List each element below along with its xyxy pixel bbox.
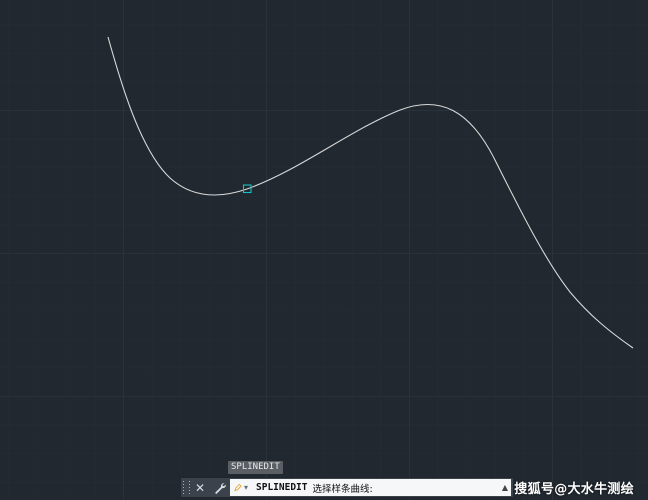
chevron-down-icon: ▾	[243, 483, 248, 492]
watermark: 搜狐号@大水牛测绘	[514, 482, 634, 497]
chevron-up-icon[interactable]: ▲	[499, 483, 511, 492]
customize-button[interactable]	[210, 478, 230, 497]
drawing-svg[interactable]	[0, 0, 648, 500]
command-input-field[interactable]: ▾ SPLINEDIT 选择样条曲线: ▲	[230, 479, 511, 496]
spline-curve[interactable]	[107, 36, 634, 349]
command-name: SPLINEDIT	[256, 482, 308, 493]
recent-commands-caret[interactable]: ▾	[234, 483, 248, 492]
command-tooltip: SPLINEDIT	[228, 461, 283, 474]
command-prompt: 选择样条曲线:	[312, 483, 373, 495]
close-icon: ✕	[194, 480, 206, 495]
command-bar-grip-handle[interactable]	[182, 478, 190, 497]
wrench-icon	[215, 482, 226, 494]
command-line-bar[interactable]: ✕ ▾ SPLINEDIT 选择样条曲线: ▲	[180, 477, 514, 498]
close-command-button[interactable]: ✕	[190, 478, 210, 497]
pencil-prompt-icon	[234, 483, 242, 492]
